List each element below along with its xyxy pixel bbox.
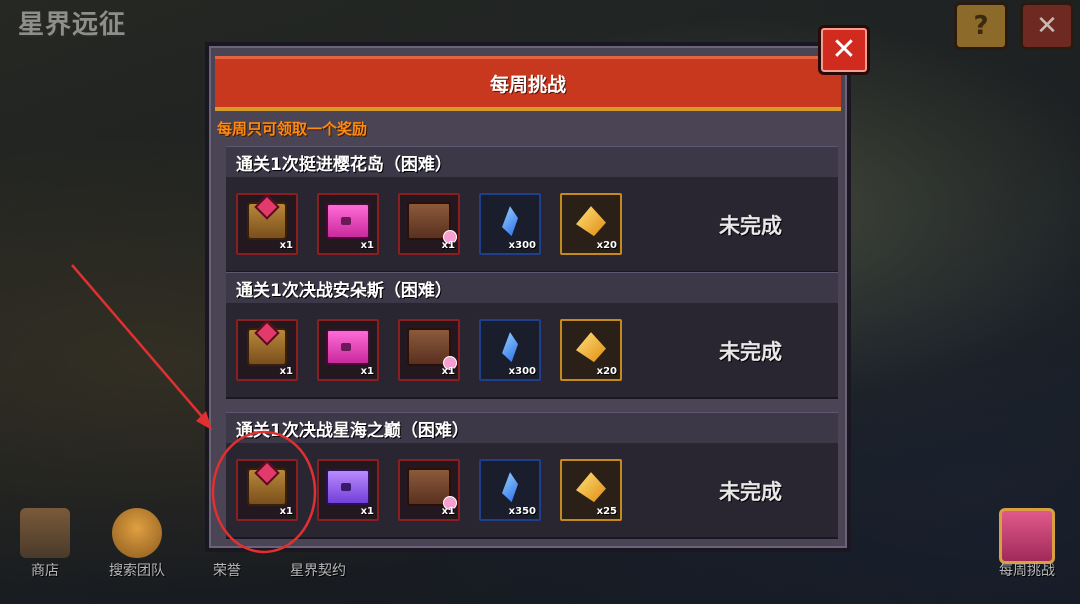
brown-chest-icon (407, 328, 457, 371)
reward-qty: x300 (508, 240, 536, 251)
challenge-title-bar: 通关1次决战星海之巅（困难） (226, 412, 838, 443)
red-gem-chest-icon (247, 468, 287, 507)
reward-slot[interactable]: x1 (317, 193, 379, 255)
reward-qty: x1 (441, 506, 455, 517)
reward-qty: x300 (508, 366, 536, 377)
game-title: 星界远征 (18, 10, 127, 40)
shop-icon (20, 508, 70, 558)
gold-crystal-icon (576, 332, 606, 363)
brown-chest-icon (407, 202, 457, 245)
challenge-status: 未完成 (719, 340, 782, 364)
reward-slot[interactable]: x25 (560, 459, 622, 521)
close-icon: ✕ (831, 32, 857, 67)
reward-row: x1 x1 x1 x350 x25 未完成 (226, 443, 838, 539)
reward-qty: x350 (508, 506, 536, 517)
nav-label: 商店 (31, 563, 59, 579)
reward-slot[interactable]: x1 (398, 459, 460, 521)
nav-shop[interactable]: 商店 (0, 508, 90, 579)
dialog-title: 每周挑战 (489, 73, 566, 96)
reward-row: x1 x1 x1 x300 x20 未完成 (226, 177, 838, 273)
reward-slot[interactable]: x1 (398, 319, 460, 381)
reward-qty: x1 (279, 366, 293, 377)
challenge-title-bar: 通关1次挺进樱花岛（困难） (226, 146, 838, 177)
reward-notice: 每周只可领取一个奖励 (217, 120, 368, 138)
reward-qty: x25 (596, 506, 617, 517)
pink-chest-icon (326, 203, 370, 240)
reward-row: x1 x1 x1 x300 x20 未完成 (226, 303, 838, 399)
dialog-close-button[interactable]: ✕ (818, 25, 870, 75)
reward-qty: x1 (441, 366, 455, 377)
challenge-status: 未完成 (719, 480, 782, 504)
reward-slot[interactable]: x1 (236, 319, 298, 381)
reward-slot[interactable]: x300 (479, 193, 541, 255)
challenge-item: 通关1次决战星海之巅（困难） x1 x1 x1 x350 x25 未完成 (226, 412, 838, 539)
nav-label: 每周挑战 (999, 563, 1055, 579)
nav-label: 搜索团队 (109, 563, 165, 579)
red-gem-chest-icon (247, 202, 287, 241)
gold-crystal-icon (576, 472, 606, 503)
nav-label: 荣誉 (213, 563, 241, 579)
red-gem-chest-icon (247, 328, 287, 367)
reward-slot[interactable]: x350 (479, 459, 541, 521)
reward-slot[interactable]: x1 (398, 193, 460, 255)
gold-crystal-icon (576, 206, 606, 237)
blue-crystal-icon (502, 206, 518, 237)
challenge-status: 未完成 (719, 214, 782, 238)
reward-slot[interactable]: x1 (317, 459, 379, 521)
reward-slot[interactable]: x1 (236, 459, 298, 521)
challenge-title: 通关1次挺进樱花岛（困难） (236, 154, 452, 175)
challenge-item: 通关1次决战安朵斯（困难） x1 x1 x1 x300 x20 未完成 (226, 272, 838, 399)
pink-chest-icon (326, 329, 370, 366)
reward-qty: x20 (596, 366, 617, 377)
nav-weekly-challenge[interactable]: 每周挑战 (982, 508, 1072, 579)
reward-slot[interactable]: x300 (479, 319, 541, 381)
challenge-title: 通关1次决战星海之巅（困难） (236, 420, 469, 441)
challenge-title-bar: 通关1次决战安朵斯（困难） (226, 272, 838, 303)
reward-qty: x20 (596, 240, 617, 251)
blue-crystal-icon (502, 472, 518, 503)
help-button[interactable]: ? (954, 2, 1008, 50)
reward-qty: x1 (360, 506, 374, 517)
reward-slot[interactable]: x20 (560, 319, 622, 381)
nav-label: 星界契约 (290, 563, 346, 579)
reward-slot[interactable]: x1 (236, 193, 298, 255)
reward-qty: x1 (279, 240, 293, 251)
challenge-item: 通关1次挺进樱花岛（困难） x1 x1 x1 x300 x20 未完成 (226, 146, 838, 273)
brown-chest-icon (407, 468, 457, 511)
reward-qty: x1 (441, 240, 455, 251)
nav-search-team[interactable]: 搜索团队 (92, 508, 182, 579)
team-icon (112, 508, 162, 558)
weekly-chest-icon (999, 508, 1055, 564)
blue-crystal-icon (502, 332, 518, 363)
purple-chest-icon (326, 469, 370, 506)
close-screen-button[interactable]: ✕ (1020, 2, 1074, 50)
reward-qty: x1 (360, 240, 374, 251)
dialog-header: 每周挑战 (215, 56, 841, 111)
reward-slot[interactable]: x20 (560, 193, 622, 255)
reward-qty: x1 (279, 506, 293, 517)
reward-qty: x1 (360, 366, 374, 377)
weekly-challenge-dialog: 每周挑战 每周只可领取一个奖励 通关1次挺进樱花岛（困难） x1 x1 x1 x… (205, 42, 851, 552)
reward-slot[interactable]: x1 (317, 319, 379, 381)
challenge-title: 通关1次决战安朵斯（困难） (236, 280, 452, 301)
